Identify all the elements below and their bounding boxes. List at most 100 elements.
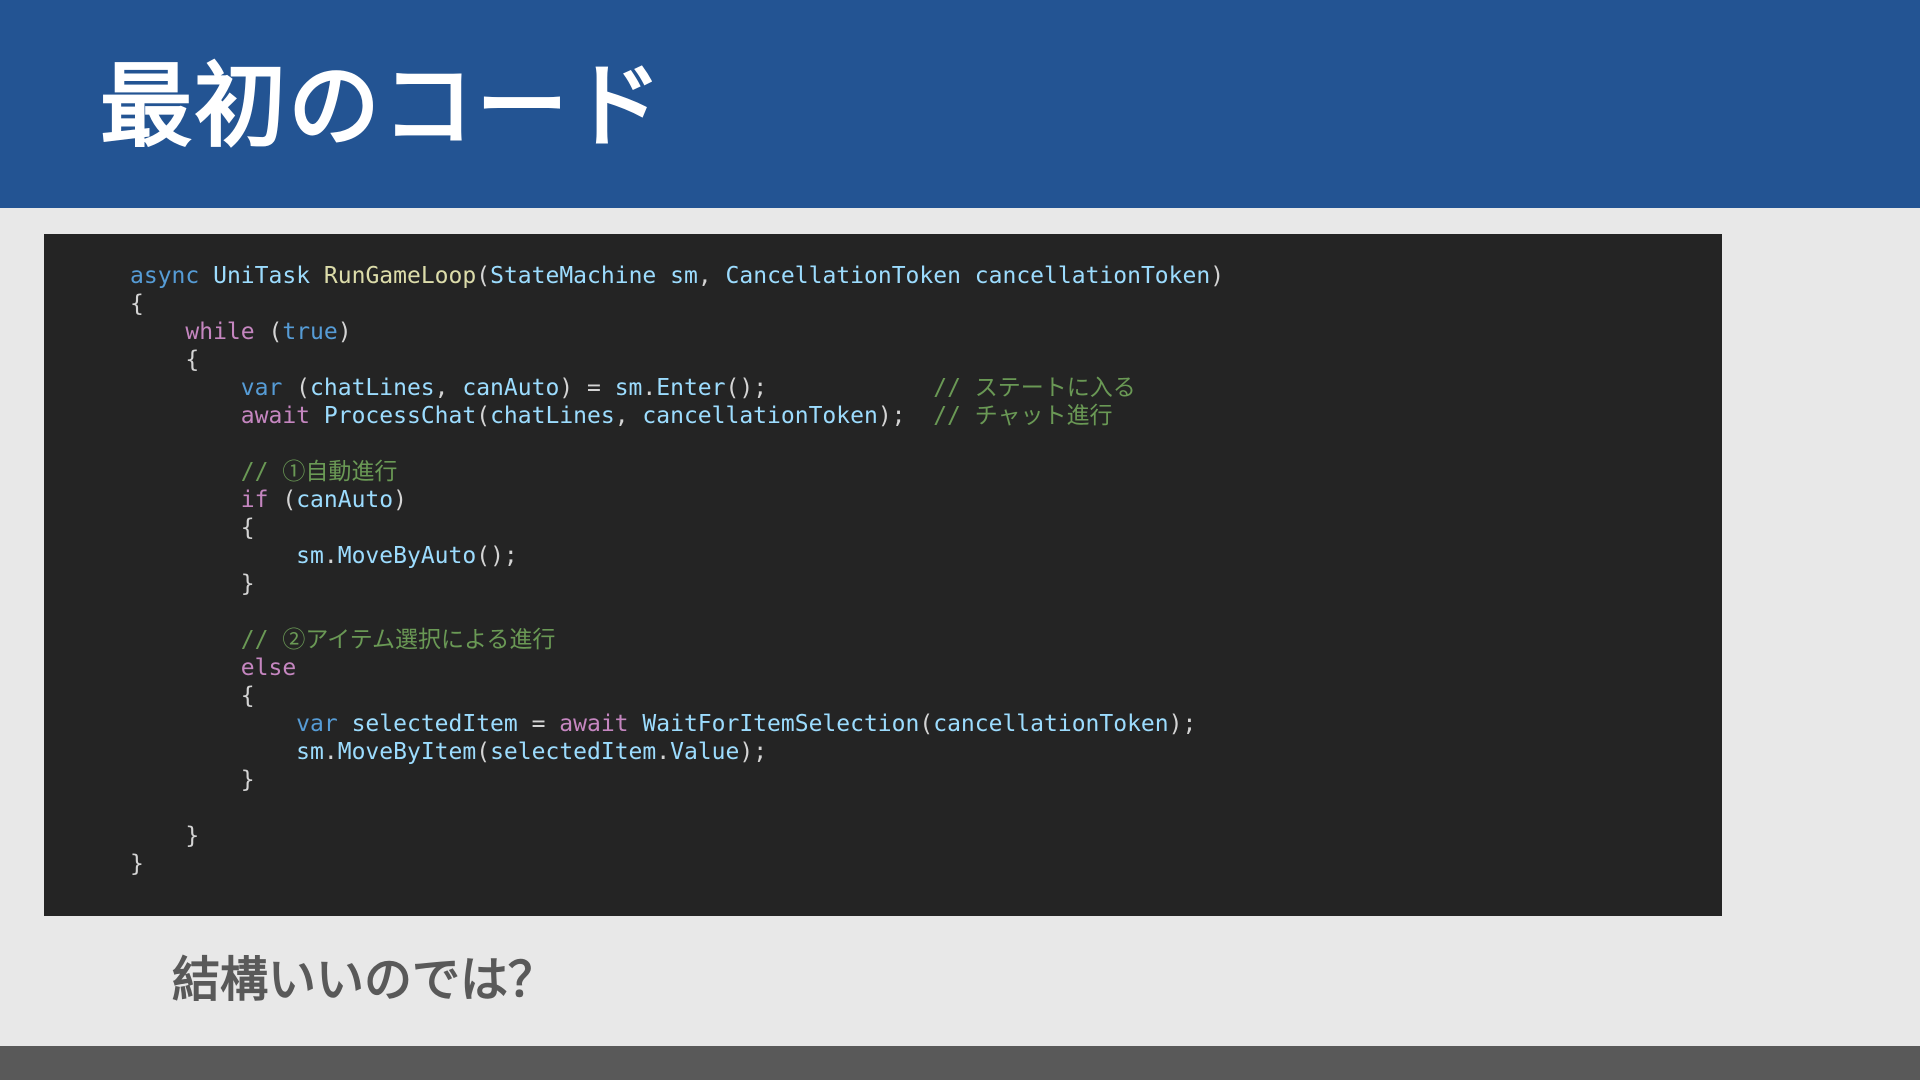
code-token: chatLines xyxy=(310,375,435,401)
code-token: true xyxy=(282,319,338,345)
code-token: // ①自動進行 xyxy=(240,459,398,485)
footer-bar xyxy=(0,1046,1920,1080)
code-token: ( xyxy=(476,263,491,289)
code-token: while xyxy=(185,319,255,345)
code-token: ( xyxy=(919,711,934,737)
code-token: { xyxy=(130,291,144,317)
code-token: if xyxy=(240,487,269,513)
code-token: // チャット進行 xyxy=(933,403,1113,429)
code-token: } xyxy=(130,851,144,877)
code-line: // ①自動進行 xyxy=(130,458,1224,486)
code-line: sm.MoveByAuto(); xyxy=(130,542,1224,570)
code-line: } xyxy=(130,850,1224,878)
code-token: (); xyxy=(476,543,518,569)
code-token: RunGameLoop xyxy=(323,263,477,289)
code-token: UniTask xyxy=(213,263,311,289)
code-token: await xyxy=(559,711,629,737)
code-token: . xyxy=(642,375,657,401)
code-token: ( xyxy=(282,375,311,401)
code-line: while (true) xyxy=(130,318,1224,346)
code-token: cancellationToken xyxy=(642,403,878,429)
code-token: cancellationToken xyxy=(974,263,1211,289)
code-token: ) = xyxy=(559,375,615,401)
code-token: ); xyxy=(1168,711,1197,737)
code-token: } xyxy=(130,823,200,849)
code-line: async UniTask RunGameLoop(StateMachine s… xyxy=(130,262,1224,290)
code-token: Enter xyxy=(656,375,726,401)
code-token: } xyxy=(130,571,255,597)
code-line: else xyxy=(130,654,1224,682)
code-token: canAuto xyxy=(296,487,394,513)
code-line: var (chatLines, canAuto) = sm.Enter(); /… xyxy=(130,374,1224,402)
code-line: } xyxy=(130,822,1224,850)
code-token: Value xyxy=(670,739,740,765)
code-token: var xyxy=(240,375,283,401)
code-line: await ProcessChat(chatLines, cancellatio… xyxy=(130,402,1224,430)
code-token: ( xyxy=(476,403,491,429)
code-token: . xyxy=(656,739,671,765)
code-token: await xyxy=(240,403,311,429)
code-token: // ステートに入る xyxy=(933,375,1136,401)
code-token: } xyxy=(130,767,255,793)
code-token: ) xyxy=(1210,263,1225,289)
code-token: MoveByItem xyxy=(337,739,477,765)
slide-title: 最初のコード xyxy=(100,53,665,160)
code-token: canAuto xyxy=(462,375,560,401)
code-line: { xyxy=(130,290,1224,318)
code-token: ); xyxy=(739,739,768,765)
code-token: ) xyxy=(337,319,352,345)
code-token: // ②アイテム選択による進行 xyxy=(240,627,556,653)
code-token: { xyxy=(130,515,255,541)
code-token: ( xyxy=(476,739,491,765)
code-line: } xyxy=(130,766,1224,794)
code-token: = xyxy=(517,711,560,737)
code-token: (); xyxy=(725,375,934,401)
code-token: CancellationToken xyxy=(725,263,961,289)
code-token: var xyxy=(296,711,338,737)
slide: 最初のコード async UniTask RunGameLoop(StateMa… xyxy=(0,0,1920,1080)
code-token: ( xyxy=(254,319,283,345)
code-line: // ②アイテム選択による進行 xyxy=(130,626,1224,654)
code-token: WaitForItemSelection xyxy=(642,711,920,737)
code-token: async xyxy=(130,263,200,289)
code-token: , xyxy=(614,403,643,429)
code-token: selectedItem xyxy=(490,739,657,765)
code-token: sm xyxy=(296,739,324,765)
code-token: MoveByAuto xyxy=(337,543,477,569)
code-token: sm xyxy=(296,543,324,569)
code-line: sm.MoveByItem(selectedItem.Value); xyxy=(130,738,1224,766)
code-token: . xyxy=(323,543,338,569)
code-line: if (canAuto) xyxy=(130,486,1224,514)
code-block: async UniTask RunGameLoop(StateMachine s… xyxy=(130,262,1224,878)
code-token: { xyxy=(130,683,255,709)
code-token: , xyxy=(434,375,463,401)
code-token: . xyxy=(323,739,338,765)
slide-caption: 結構いいのでは？ xyxy=(172,952,557,1008)
code-token: ( xyxy=(268,487,297,513)
code-line: { xyxy=(130,346,1224,374)
code-token: ); xyxy=(877,403,934,429)
code-line: var selectedItem = await WaitForItemSele… xyxy=(130,710,1224,738)
code-token: sm xyxy=(670,263,698,289)
code-token: sm xyxy=(614,375,643,401)
code-token: cancellationToken xyxy=(933,711,1169,737)
code-token: { xyxy=(130,347,200,373)
code-line: } xyxy=(130,570,1224,598)
